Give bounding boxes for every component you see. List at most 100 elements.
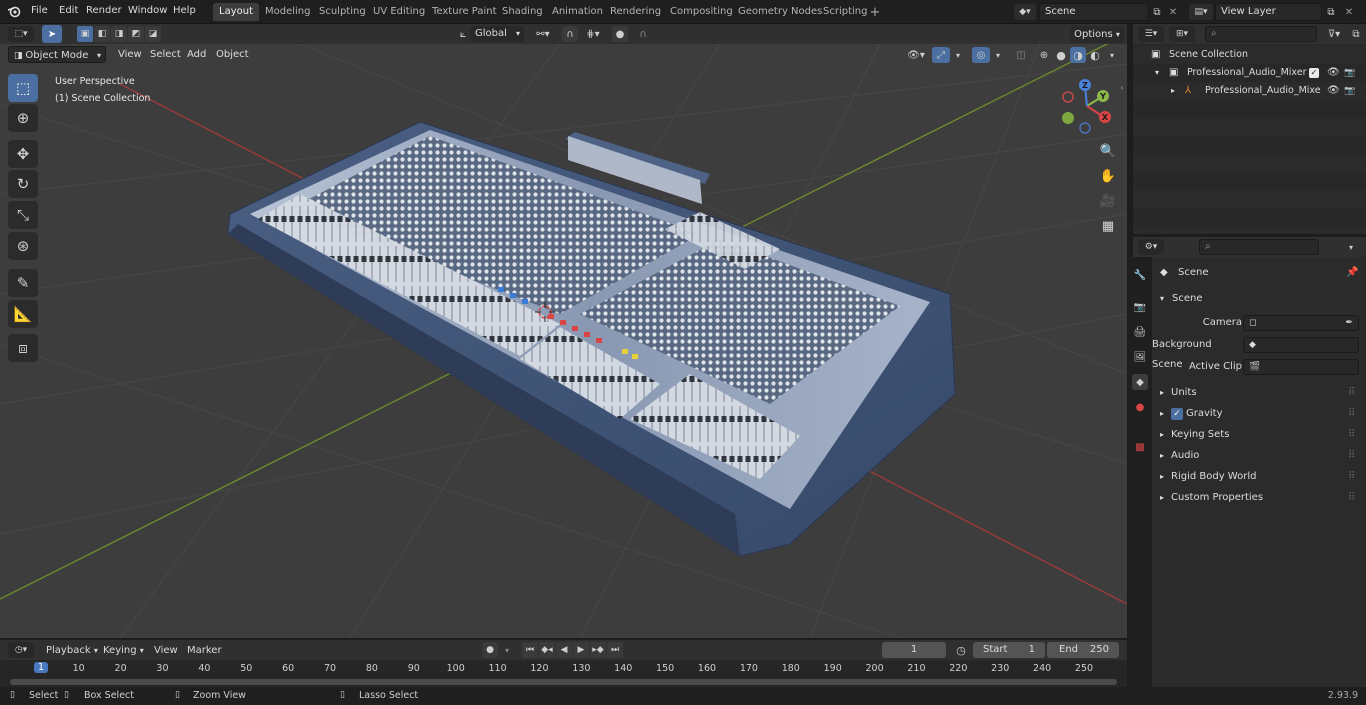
visibility-icon[interactable]: 👁▾ — [903, 47, 929, 63]
select-invert-icon[interactable]: ◩ — [128, 26, 144, 42]
timeline-menu-playback[interactable]: Playback ▾ — [46, 643, 98, 658]
view-layer-field[interactable]: View Layer — [1215, 3, 1322, 21]
output-properties-tab-icon[interactable]: 🖨 — [1132, 324, 1148, 340]
drag-handle-icon[interactable]: ⠿ — [1348, 488, 1355, 508]
overlays-toggle-icon[interactable]: ◎ — [972, 47, 990, 63]
editor-type-icon[interactable]: ⬚▾ — [8, 26, 34, 42]
expand-arrow-icon[interactable]: ▾ — [1155, 64, 1159, 82]
gizmo-toggle-icon[interactable]: ⤢ — [932, 47, 950, 63]
active-clip-field[interactable]: 🎬 — [1243, 359, 1359, 375]
timeline-current-frame-marker[interactable]: 1 — [33, 662, 49, 673]
select-new-icon[interactable]: ▣ — [77, 26, 93, 42]
outliner-row-scene-collection[interactable]: ▣ Scene Collection — [1133, 46, 1366, 64]
select-subtract-icon[interactable]: ◨ — [111, 26, 127, 42]
menu-help[interactable]: Help — [173, 5, 196, 16]
menu-render[interactable]: Render — [86, 5, 122, 16]
shading-material-icon[interactable]: ◑ — [1070, 47, 1086, 63]
scene-name-field[interactable]: Scene — [1039, 3, 1149, 21]
panel-rigid-body-world[interactable]: ▸ Rigid Body World ⠿ — [1152, 467, 1366, 487]
menu-window[interactable]: Window — [128, 5, 167, 16]
tool-rotate-icon[interactable]: ↻ — [8, 170, 38, 198]
play-icon[interactable]: ▶ — [573, 642, 589, 658]
timeline[interactable]: 1 10 20 30 40 50 60 70 80 90 100 110 120 130 140 150 160… — [0, 660, 1127, 687]
play-reverse-icon[interactable]: ◀ — [556, 642, 572, 658]
expand-arrow-icon[interactable]: ▸ — [1171, 82, 1175, 100]
panel-keying-sets[interactable]: ▸ Keying Sets ⠿ — [1152, 425, 1366, 445]
tool-add-cube-icon[interactable]: ⧈ — [8, 334, 38, 362]
tab-shading[interactable]: Shading — [496, 3, 549, 21]
tab-sculpting[interactable]: Sculpting — [313, 3, 372, 21]
snap-target-icon[interactable]: ⋕▾ — [580, 26, 606, 42]
3d-viewport[interactable]: ◨ Object Mode ▾ View Select Add Object 👁▾… — [0, 44, 1127, 638]
add-workspace-icon[interactable]: + — [868, 5, 882, 20]
perspective-toggle-icon[interactable]: ▦ — [1097, 215, 1119, 237]
tool-scale-icon[interactable]: ⤡ — [8, 201, 38, 229]
auto-keying-icon[interactable]: ● — [482, 642, 498, 658]
timeline-menu-keying[interactable]: Keying ▾ — [103, 643, 144, 658]
proportional-falloff-icon[interactable]: ∩ — [632, 26, 654, 42]
camera-view-icon[interactable]: 🎥 — [1097, 190, 1119, 212]
viewport-menu-select[interactable]: Select — [150, 47, 181, 62]
frame-end-field[interactable]: End 250 — [1047, 642, 1119, 658]
render-camera-icon[interactable]: 📷 — [1344, 64, 1355, 82]
pan-view-icon[interactable]: ✋ — [1097, 165, 1119, 187]
keying-dropdown-icon[interactable]: ▾ — [500, 642, 514, 658]
drag-handle-icon[interactable]: ⠿ — [1348, 404, 1355, 424]
xray-toggle-icon[interactable]: ◫ — [1012, 47, 1030, 63]
tab-modeling[interactable]: Modeling — [259, 3, 317, 21]
tab-geometry-nodes[interactable]: Geometry Nodes — [732, 3, 828, 21]
properties-search-input[interactable]: ⌕ — [1199, 239, 1319, 255]
shading-rendered-icon[interactable]: ◐ — [1087, 47, 1103, 63]
gravity-checkbox-icon[interactable]: ✓ — [1171, 408, 1183, 420]
panel-gravity[interactable]: ▸ ✓ Gravity ⠿ — [1152, 404, 1366, 424]
tab-compositing[interactable]: Compositing — [664, 3, 739, 21]
expand-arrow-icon[interactable]: ▸ — [1160, 446, 1164, 466]
outliner-filter-icon[interactable]: ⊽▾ — [1321, 26, 1347, 42]
jump-end-icon[interactable]: ⏭ — [607, 642, 623, 658]
expand-arrow-icon[interactable]: ▸ — [1160, 425, 1164, 445]
overlays-dropdown-icon[interactable]: ▾ — [991, 47, 1005, 63]
tool-select-box-icon[interactable]: ⬚ — [8, 74, 38, 102]
sidebar-collapse-icon[interactable]: ‹ — [1117, 80, 1127, 94]
panel-audio[interactable]: ▸ Audio ⠿ — [1152, 446, 1366, 466]
viewport-menu-object[interactable]: Object — [216, 47, 249, 62]
pin-icon[interactable]: 📌 — [1346, 263, 1358, 283]
background-scene-field[interactable]: ◆ — [1243, 337, 1359, 353]
render-properties-tab-icon[interactable]: 📷 — [1132, 299, 1148, 315]
scene-properties-tab-icon[interactable]: ◆ — [1132, 374, 1148, 390]
gizmo-dropdown-icon[interactable]: ▾ — [951, 47, 965, 63]
tab-rendering[interactable]: Rendering — [604, 3, 667, 21]
include-checkbox-icon[interactable]: ✓ — [1309, 68, 1319, 78]
shading-dropdown-icon[interactable]: ▾ — [1105, 47, 1119, 63]
current-frame-field[interactable]: 1 — [882, 642, 946, 658]
viewport-menu-view[interactable]: View — [118, 47, 142, 62]
tool-properties-tab-icon[interactable]: 🔧 — [1132, 267, 1148, 283]
outliner-search-input[interactable]: ⌕ — [1205, 26, 1317, 42]
tool-move-icon[interactable]: ✥ — [8, 140, 38, 168]
new-view-layer-icon[interactable]: ⧉ — [1324, 4, 1338, 20]
view-layer-properties-tab-icon[interactable]: 🖼 — [1132, 349, 1148, 365]
tool-transform-icon[interactable]: ⊛ — [8, 232, 38, 260]
audio-mixer-model[interactable] — [227, 121, 956, 557]
new-scene-icon[interactable]: ⧉ — [1150, 4, 1164, 20]
select-tool-icon[interactable]: ➤ — [42, 25, 62, 43]
drag-handle-icon[interactable]: ⠿ — [1348, 383, 1355, 403]
expand-arrow-icon[interactable]: ▸ — [1160, 467, 1164, 487]
select-intersect-icon[interactable]: ◪ — [145, 26, 161, 42]
delete-scene-icon[interactable]: ✕ — [1166, 4, 1180, 20]
shading-wireframe-icon[interactable]: ⊕ — [1036, 47, 1052, 63]
expand-arrow-icon[interactable]: ▸ — [1160, 404, 1164, 424]
outliner-new-collection-icon[interactable]: ⧉ — [1349, 26, 1363, 42]
scene-section-header[interactable]: ▾ Scene — [1152, 289, 1366, 309]
menu-file[interactable]: File — [31, 5, 48, 16]
expand-arrow-icon[interactable]: ▾ — [1160, 289, 1164, 309]
proportional-editing-icon[interactable]: ● — [612, 26, 628, 42]
jump-keyframe-forward-icon[interactable]: ▸◆ — [590, 642, 606, 658]
tab-uv-editing[interactable]: UV Editing — [367, 3, 431, 21]
jump-start-icon[interactable]: ⏮ — [522, 642, 538, 658]
outliner-editor-type-icon[interactable]: ☰▾ — [1138, 26, 1164, 42]
viewport-menu-add[interactable]: Add — [187, 47, 206, 62]
mode-dropdown[interactable]: ◨ Object Mode ▾ — [8, 46, 106, 63]
properties-editor-type-icon[interactable]: ⚙▾ — [1138, 239, 1164, 255]
render-camera-icon[interactable]: 📷 — [1344, 82, 1355, 100]
